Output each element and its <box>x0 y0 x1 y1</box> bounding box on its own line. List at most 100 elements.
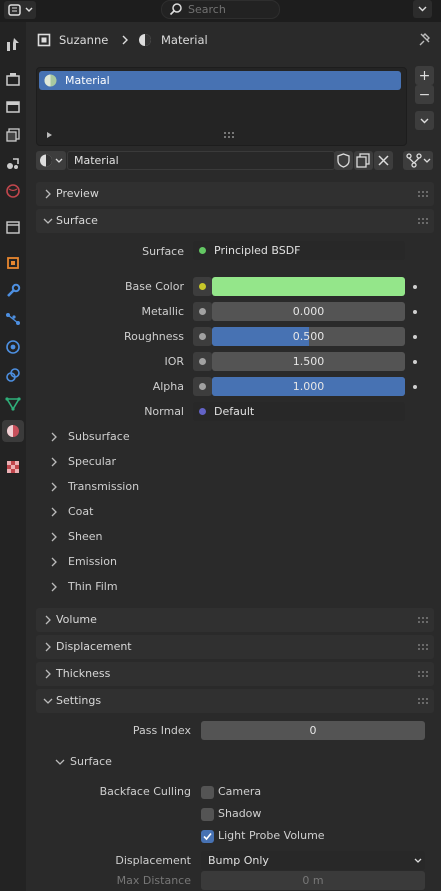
keyframe-dot[interactable] <box>413 285 417 289</box>
physics-icon <box>6 340 20 354</box>
chevron-down-icon <box>420 118 429 124</box>
surface-shader-value: Principled BSDF <box>214 244 301 257</box>
resize-grip-icon[interactable] <box>224 132 236 138</box>
panel-surface[interactable]: Surface <box>36 209 434 233</box>
tab-modifiers[interactable] <box>2 280 24 302</box>
browse-material-button[interactable] <box>36 151 66 170</box>
drag-handle-icon[interactable] <box>418 671 430 677</box>
base-color-socket[interactable] <box>193 277 212 296</box>
alpha-slider[interactable]: 1.000 <box>212 377 405 396</box>
tab-texture[interactable] <box>2 456 24 478</box>
alpha-socket[interactable] <box>193 377 212 396</box>
tab-particles[interactable] <box>2 308 24 330</box>
drag-handle-icon[interactable] <box>418 698 430 704</box>
expand-triangle-icon[interactable] <box>46 131 54 139</box>
subpanel-label: Specular <box>68 455 117 468</box>
ior-field[interactable]: 1.500 <box>212 352 405 371</box>
subpanel-label: Sheen <box>68 530 103 543</box>
material-browse-icon <box>40 154 63 167</box>
drag-handle-icon[interactable] <box>418 617 430 623</box>
max-distance-value: 0 m <box>302 874 324 887</box>
render-icon <box>6 73 20 86</box>
keyframe-dot[interactable] <box>413 360 417 364</box>
ior-value: 1.500 <box>292 355 325 368</box>
light-probe-volume-label: Light Probe Volume <box>218 829 325 842</box>
light-probe-volume-checkbox[interactable] <box>201 830 214 843</box>
tab-world[interactable] <box>2 180 24 202</box>
unlink-material-button[interactable] <box>374 151 393 170</box>
output-icon <box>6 101 20 113</box>
world-icon <box>6 184 20 198</box>
panel-preview[interactable]: Preview <box>36 182 434 206</box>
metallic-label: Metallic <box>141 305 184 318</box>
metallic-socket[interactable] <box>193 302 212 321</box>
panel-settings[interactable]: Settings <box>36 689 434 713</box>
normal-label: Normal <box>144 405 184 418</box>
list-item[interactable]: Material <box>39 71 401 90</box>
breadcrumb-object: Suzanne <box>59 33 109 47</box>
search-input[interactable]: Search <box>161 0 280 19</box>
normal-field[interactable]: Default <box>193 402 405 421</box>
remove-slot-button[interactable]: − <box>415 85 434 104</box>
add-slot-button[interactable]: + <box>415 66 434 85</box>
shield-icon <box>337 153 350 168</box>
shadow-label: Shadow <box>218 807 262 820</box>
keyframe-dot[interactable] <box>413 335 417 339</box>
alpha-label: Alpha <box>152 380 184 393</box>
drag-handle-icon[interactable] <box>418 644 430 650</box>
tab-object[interactable] <box>2 252 24 274</box>
tab-material[interactable] <box>2 420 24 442</box>
panel-thickness[interactable]: Thickness <box>36 662 434 686</box>
drag-handle-icon[interactable] <box>418 218 430 224</box>
value-socket-icon <box>199 308 206 315</box>
duplicate-material-button[interactable] <box>354 151 373 170</box>
tab-data[interactable] <box>2 392 24 414</box>
keyframe-dot[interactable] <box>413 385 417 389</box>
slot-specials-button[interactable] <box>415 111 434 130</box>
keyframe-dot[interactable] <box>413 310 417 314</box>
tab-tool[interactable] <box>2 33 24 55</box>
tab-view-layer[interactable] <box>2 124 24 146</box>
tab-output[interactable] <box>2 96 24 118</box>
panel-preview-title: Preview <box>56 187 99 200</box>
panel-volume[interactable]: Volume <box>36 608 434 632</box>
shadow-checkbox[interactable] <box>201 808 214 821</box>
link-type-dropdown[interactable] <box>403 151 433 170</box>
material-name-text: Material <box>74 154 119 167</box>
tab-collection[interactable] <box>2 216 24 238</box>
roughness-socket[interactable] <box>193 327 212 346</box>
fake-user-button[interactable] <box>334 151 353 170</box>
surface-shader-field[interactable]: Principled BSDF <box>193 241 405 260</box>
material-icon <box>139 34 151 46</box>
chevron-right-icon <box>45 615 51 625</box>
tab-physics[interactable] <box>2 336 24 358</box>
panel-displacement[interactable]: Displacement <box>36 635 434 659</box>
options-dropdown[interactable] <box>413 0 432 18</box>
panel-volume-title: Volume <box>56 613 97 626</box>
tab-render[interactable] <box>2 68 24 90</box>
drag-handle-icon[interactable] <box>418 191 430 197</box>
camera-checkbox[interactable] <box>201 786 214 799</box>
chevron-down-icon <box>414 858 422 863</box>
pass-index-field[interactable]: 0 <box>201 721 425 740</box>
chevron-right-icon <box>45 642 51 652</box>
subpanel-label: Coat <box>68 505 94 518</box>
material-icon <box>7 425 19 437</box>
tool-icon <box>7 38 19 51</box>
camera-label: Camera <box>218 785 262 798</box>
roughness-slider[interactable]: 0.500 <box>212 327 405 346</box>
chevron-right-icon <box>51 482 57 492</box>
tab-constraints[interactable] <box>2 364 24 386</box>
material-name-field[interactable]: Material <box>67 151 335 170</box>
value-socket-icon <box>199 358 206 365</box>
panel-settings-title: Settings <box>56 694 102 707</box>
editor-type-button[interactable] <box>4 1 36 19</box>
base-color-swatch[interactable] <box>212 277 405 296</box>
ior-socket[interactable] <box>193 352 212 371</box>
pin-icon[interactable] <box>417 32 431 48</box>
displacement-method-label: Displacement <box>115 854 191 867</box>
metallic-slider[interactable]: 0.000 <box>212 302 405 321</box>
metallic-value: 0.000 <box>292 305 325 318</box>
displacement-method-dropdown[interactable]: Bump Only <box>201 851 425 870</box>
tab-scene[interactable] <box>2 152 24 174</box>
